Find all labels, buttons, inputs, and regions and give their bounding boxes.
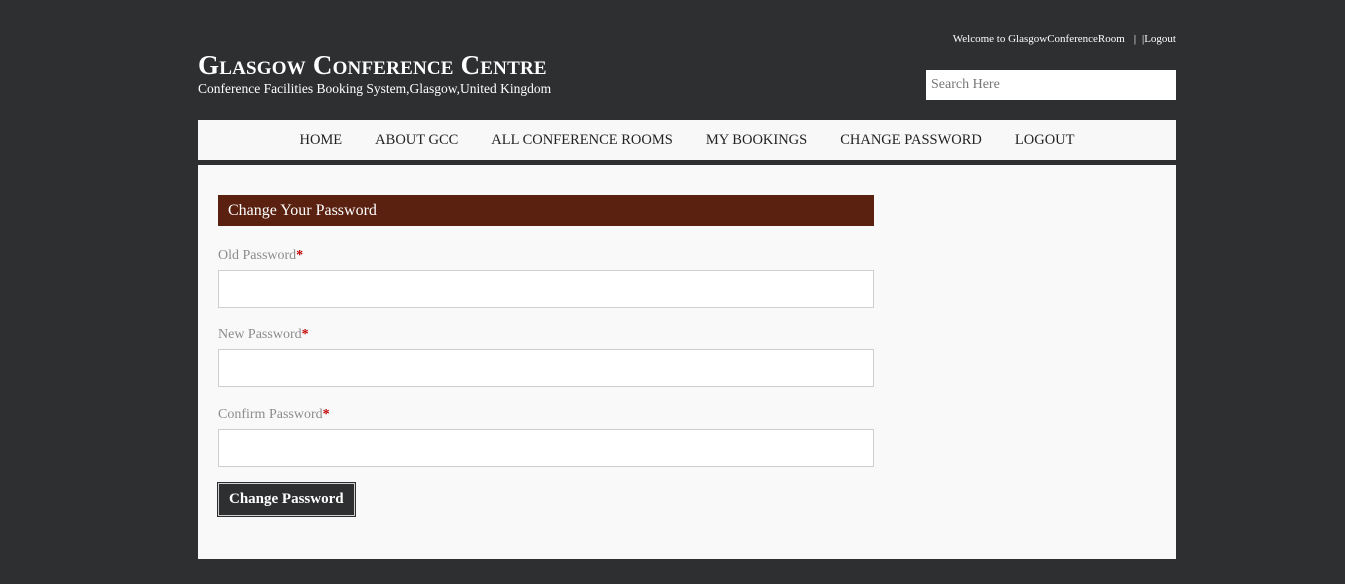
site-title[interactable]: Glasgow Conference Centre [198, 50, 551, 80]
top-logout-link[interactable]: |Logout [1142, 33, 1176, 45]
content-panel: Change Your Password Old Password* New P… [198, 165, 1176, 559]
site-brand: Glasgow Conference Centre Conference Fac… [198, 50, 551, 97]
change-password-form: Change Your Password Old Password* New P… [218, 195, 874, 516]
old-password-field[interactable] [218, 270, 874, 308]
change-password-button[interactable]: Change Password [218, 483, 355, 516]
old-password-label: Old Password* [218, 248, 304, 263]
form-heading: Change Your Password [218, 195, 874, 226]
welcome-text: Welcome to GlasgowConferenceRoom [952, 33, 1125, 45]
top-user-bar: Welcome to GlasgowConferenceRoom | |Logout [953, 33, 1176, 45]
nav-item-my-bookings[interactable]: MY BOOKINGS [706, 132, 807, 149]
main-navigation: HOME ABOUT GCC ALL CONFERENCE ROOMS MY B… [198, 120, 1176, 160]
confirm-password-label: Confirm Password* [218, 407, 330, 422]
search-input[interactable] [926, 70, 1176, 100]
topbar-separator: | [1133, 33, 1137, 45]
confirm-password-field[interactable] [218, 429, 874, 467]
nav-item-logout[interactable]: LOGOUT [1015, 132, 1075, 149]
required-marker: * [296, 248, 304, 263]
new-password-label: New Password* [218, 327, 309, 342]
nav-item-all-conference-rooms[interactable]: ALL CONFERENCE ROOMS [491, 132, 673, 149]
nav-item-home[interactable]: HOME [299, 132, 342, 149]
required-marker: * [322, 407, 330, 422]
site-subtitle: Conference Facilities Booking System,Gla… [198, 81, 552, 96]
nav-item-about-gcc[interactable]: ABOUT GCC [375, 132, 458, 149]
new-password-field[interactable] [218, 349, 874, 387]
nav-item-change-password[interactable]: CHANGE PASSWORD [840, 132, 982, 149]
required-marker: * [301, 327, 309, 342]
